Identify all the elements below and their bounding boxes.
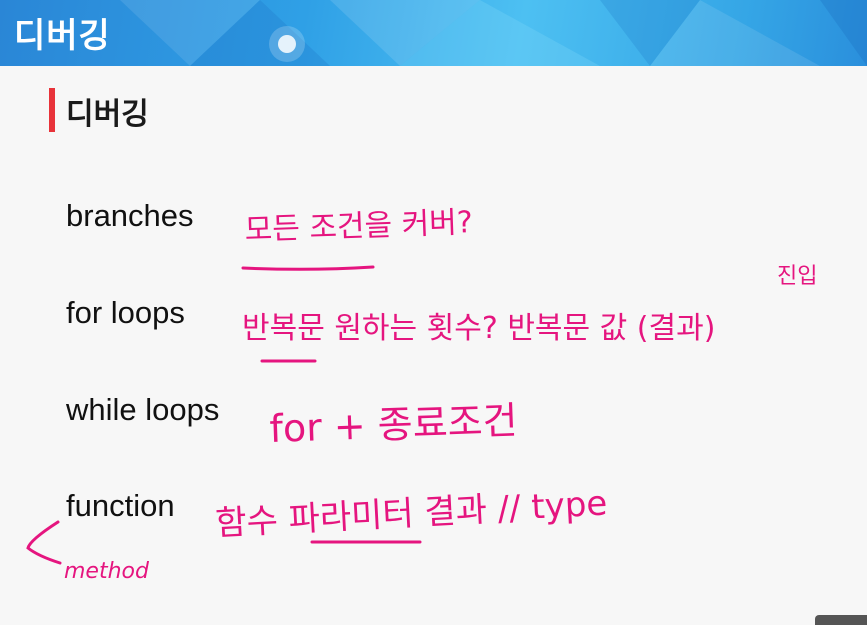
section-accent-bar: [49, 88, 55, 132]
header-polygon-pattern: [120, 0, 867, 66]
presentation-control-widget[interactable]: [815, 615, 867, 625]
item-for-loops: for loops: [66, 295, 185, 330]
item-while-loops: while loops: [66, 392, 220, 427]
header-title: 디버깅: [14, 16, 111, 56]
section-title: 디버깅: [66, 97, 149, 132]
slide-header: 디버깅: [0, 0, 867, 66]
slide-body: [0, 66, 867, 625]
item-branches: branches: [66, 198, 194, 233]
item-function: function: [66, 488, 175, 523]
